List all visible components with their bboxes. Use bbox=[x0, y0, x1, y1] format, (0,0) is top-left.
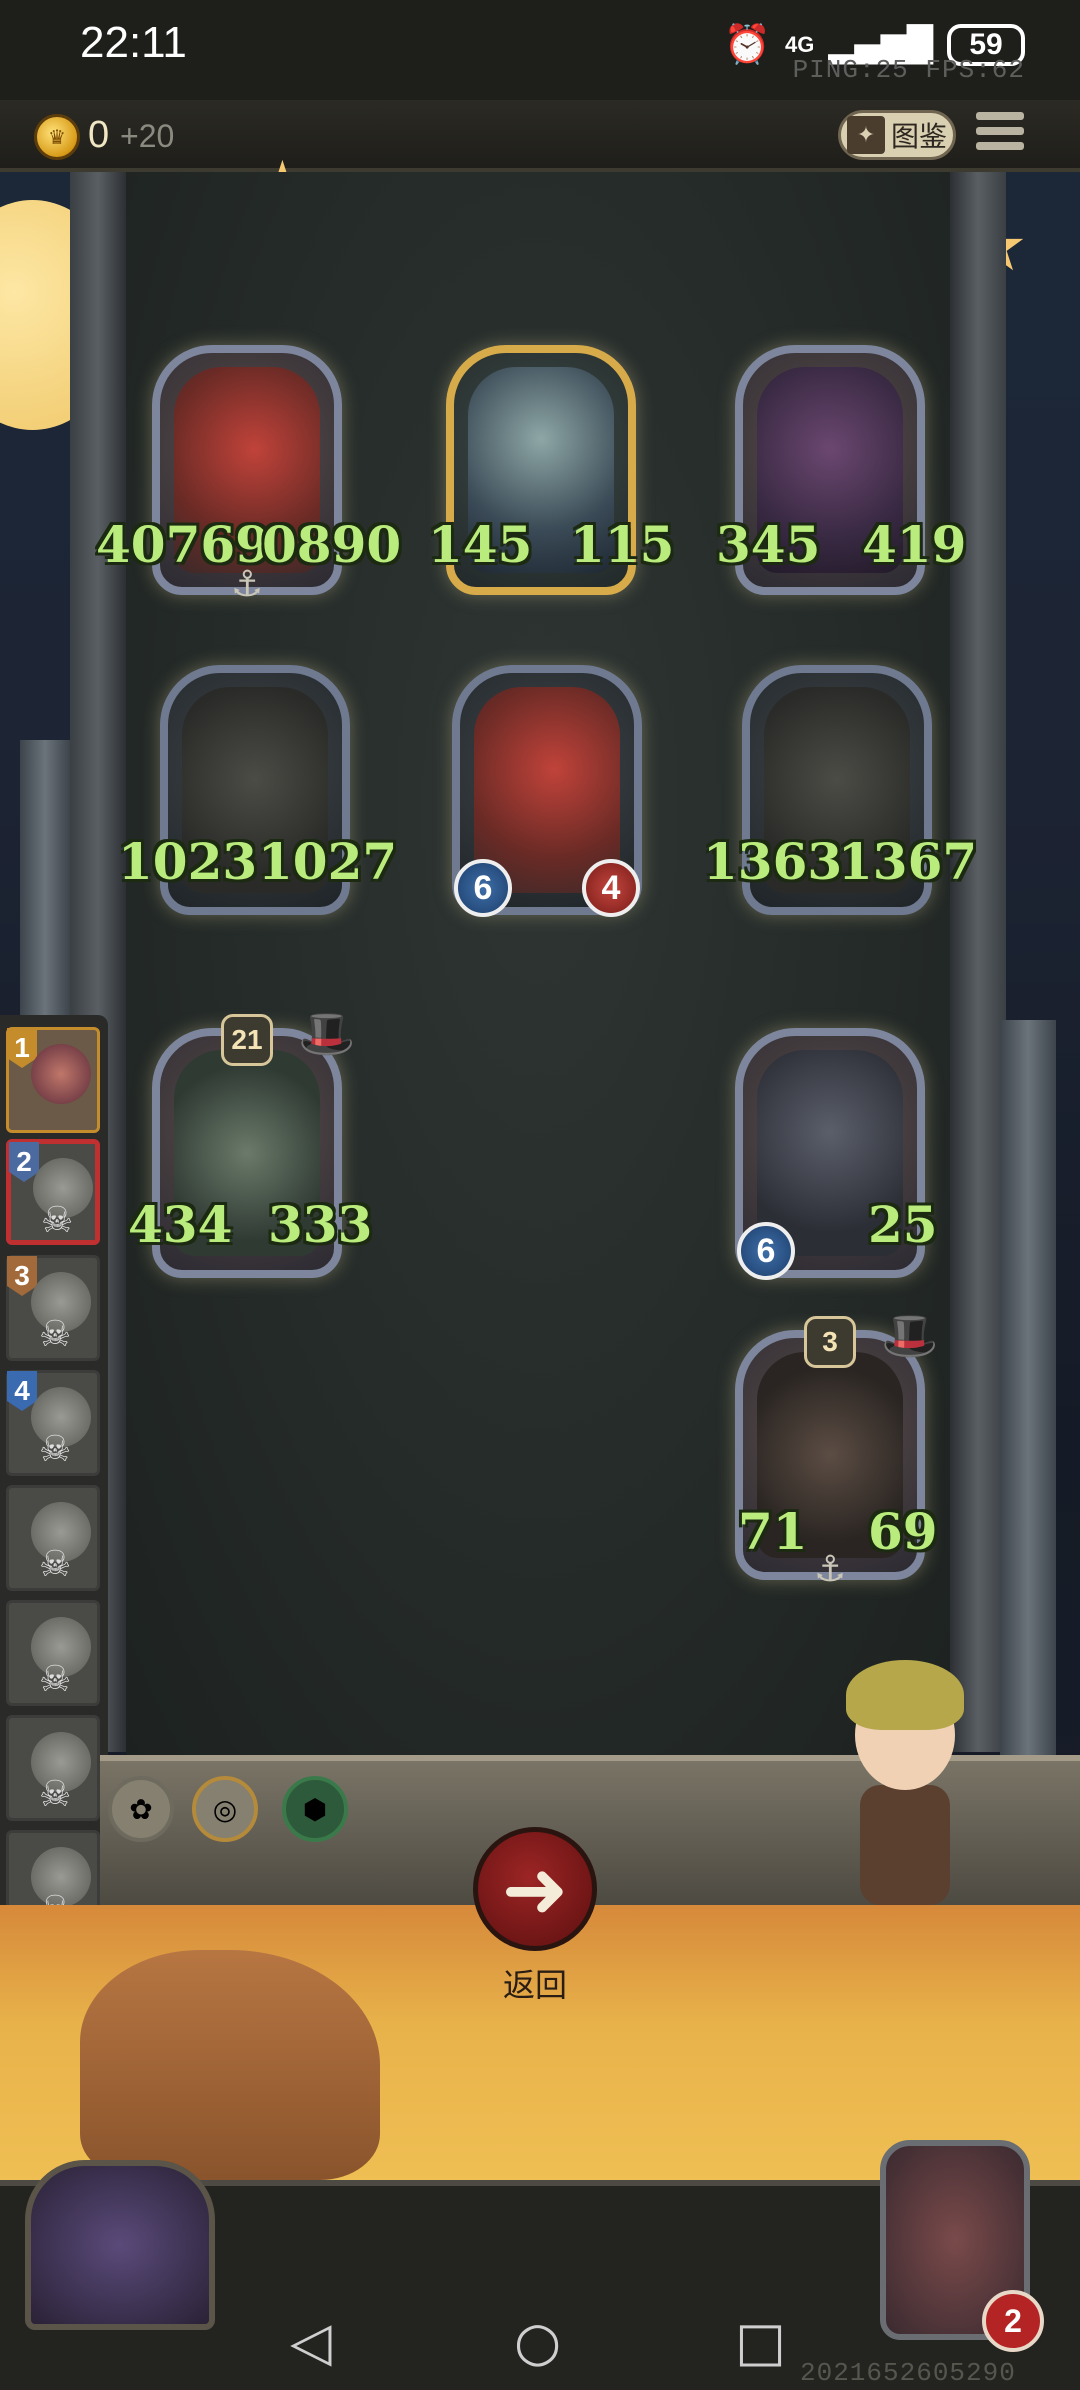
home-nav-icon[interactable]: ○ bbox=[514, 2310, 561, 2373]
minion-health: 25 bbox=[868, 1195, 938, 1254]
anchor-icon: ⚓ bbox=[813, 1549, 847, 1590]
skull-icon: ☠ bbox=[39, 1544, 72, 1585]
minion-attack: 71 bbox=[738, 1502, 808, 1561]
pillar-decor bbox=[20, 740, 70, 1040]
top-hat-icon: 🎩 bbox=[298, 1006, 356, 1060]
player-slot-3[interactable]: 3 ☠ bbox=[6, 1255, 100, 1361]
pillar-decor bbox=[1000, 1020, 1056, 1840]
return-label: 返回 bbox=[502, 1966, 567, 2004]
minion-attack: 145 bbox=[428, 515, 533, 574]
minion-health: 69 bbox=[868, 1502, 938, 1561]
minion-health: 333 bbox=[268, 1195, 373, 1254]
board-frame-right bbox=[950, 172, 1006, 1752]
status-bar: 22:11 ⏰ 4G ▂▄▆█ 59 PING:25 FPS:62 bbox=[0, 0, 1080, 100]
hero-health-badge: 2 bbox=[982, 2290, 1044, 2352]
clock: 22:11 bbox=[80, 18, 187, 67]
hex-gem-icon: ⬢ bbox=[282, 1776, 348, 1842]
ring-gem-icon: ◎ bbox=[192, 1776, 258, 1842]
player-slot-7[interactable]: ☠ bbox=[6, 1715, 100, 1821]
minion-health: 0890 bbox=[262, 515, 402, 574]
back-nav-icon[interactable]: ◁ bbox=[290, 2310, 332, 2373]
minion-health: 419 bbox=[862, 515, 967, 574]
recents-nav-icon[interactable]: □ bbox=[735, 2310, 786, 2373]
book-icon: ✦ bbox=[847, 116, 885, 154]
menu-line-icon bbox=[976, 127, 1024, 135]
attack-badge: 6 bbox=[454, 859, 512, 917]
network-label: 4G bbox=[785, 31, 815, 57]
flower-gem-icon: ✿ bbox=[108, 1776, 174, 1842]
codex-label: 图鉴 bbox=[891, 120, 948, 153]
skull-icon: ☠ bbox=[39, 1429, 72, 1470]
top-hud: ♛ 0 +20 ✦ 图鉴 bbox=[0, 100, 1080, 172]
minion-card[interactable]: 6 4 bbox=[452, 665, 642, 917]
rocking-horse-decor bbox=[80, 1950, 380, 2180]
player-list: 1 2 ☠ 3 ☠ 4 ☠ ☠ ☠ ☠ bbox=[0, 1015, 108, 1936]
minion-health: 1027 bbox=[258, 832, 398, 891]
character-hair bbox=[846, 1660, 964, 1730]
tier-badge: 3 bbox=[804, 1316, 856, 1368]
player-character bbox=[830, 1660, 980, 1960]
skull-icon: ☠ bbox=[39, 1314, 72, 1355]
player-slot-2[interactable]: 2 ☠ bbox=[6, 1139, 100, 1245]
return-button[interactable]: ➜ bbox=[473, 1827, 597, 1951]
top-hat-icon: 🎩 bbox=[881, 1308, 939, 1362]
minion-attack: 434 bbox=[128, 1195, 233, 1254]
attack-badge: 6 bbox=[737, 1222, 795, 1280]
skull-icon: ☠ bbox=[39, 1774, 72, 1815]
menu-line-icon bbox=[976, 142, 1024, 150]
player-slot-1[interactable]: 1 bbox=[6, 1027, 100, 1133]
gold-count: 0 bbox=[88, 114, 110, 156]
menu-line-icon bbox=[976, 112, 1024, 120]
skull-icon: ☠ bbox=[39, 1659, 72, 1700]
player-slot-4[interactable]: 4 ☠ bbox=[6, 1370, 100, 1476]
codex-button[interactable]: ✦ 图鉴 bbox=[838, 110, 956, 160]
alarm-icon: ⏰ bbox=[723, 22, 772, 66]
health-badge: 4 bbox=[582, 859, 640, 917]
tier-badge: 21 bbox=[221, 1014, 273, 1066]
minion-attack: 1023 bbox=[118, 832, 258, 891]
gold-income: +20 bbox=[120, 118, 175, 154]
game-id: 2021652605290 bbox=[800, 2358, 1016, 2388]
menu-button[interactable] bbox=[976, 112, 1024, 158]
player-slot-5[interactable]: ☠ bbox=[6, 1485, 100, 1591]
game-screen: 22:11 ⏰ 4G ▂▄▆█ 59 PING:25 FPS:62 ♛ 0 +2… bbox=[0, 0, 1080, 2390]
minion-attack: 1363 bbox=[703, 832, 843, 891]
minion-health: 115 bbox=[570, 515, 675, 574]
gold-icon: ♛ bbox=[34, 114, 80, 160]
character-body bbox=[860, 1785, 950, 1905]
player-slot-6[interactable]: ☠ bbox=[6, 1600, 100, 1706]
minion-attack: 345 bbox=[716, 515, 821, 574]
perf-readout: PING:25 FPS:62 bbox=[792, 55, 1025, 85]
avatar bbox=[31, 1044, 91, 1104]
minion-attack: 40769 bbox=[96, 515, 270, 574]
arrow-left-icon: ➜ bbox=[501, 1842, 569, 1936]
minion-health: 1367 bbox=[838, 832, 978, 891]
skull-icon: ☠ bbox=[41, 1200, 74, 1241]
portal-button[interactable] bbox=[25, 2160, 215, 2330]
